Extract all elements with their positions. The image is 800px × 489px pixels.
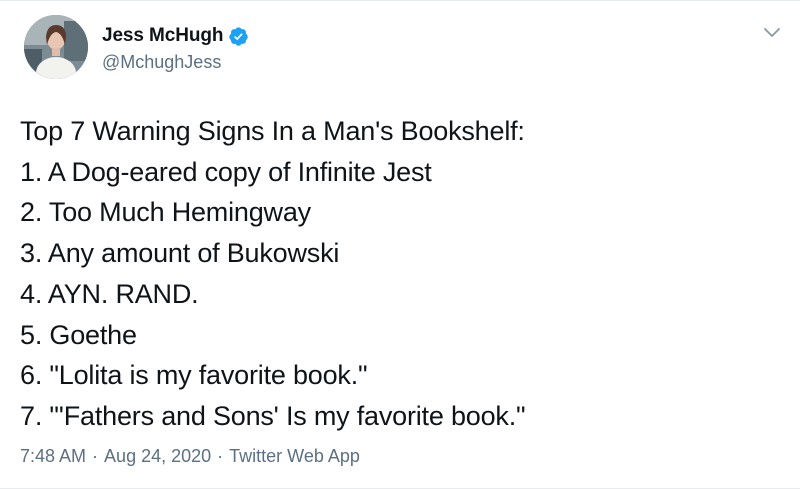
avatar-photo — [24, 15, 88, 79]
author-handle[interactable]: @MchughJess — [102, 52, 221, 73]
tweet-metadata: 7:48 AM · Aug 24, 2020 · Twitter Web App — [20, 446, 360, 467]
verified-badge-icon — [229, 26, 249, 46]
tweet-line: 4. AYN. RAND. — [20, 278, 199, 309]
tweet-date[interactable]: Aug 24, 2020 — [104, 446, 211, 467]
tweet-source[interactable]: Twitter Web App — [229, 446, 360, 467]
tweet-line: 7. "'Fathers and Sons' Is my favorite bo… — [20, 400, 526, 431]
tweet-line: 1. A Dog-eared copy of Infinite Jest — [20, 156, 432, 187]
tweet-line: 3. Any amount of Bukowski — [20, 238, 340, 269]
tweet-line: Top 7 Warning Signs In a Man's Bookshelf… — [20, 116, 525, 146]
divider-top — [0, 0, 800, 1]
author-row: Jess McHugh — [102, 24, 249, 48]
tweet-line: 5. Goethe — [20, 319, 137, 350]
author-name[interactable]: Jess McHugh — [102, 25, 223, 47]
avatar[interactable] — [24, 15, 88, 79]
tweet-line: 2. Too Much Hemingway — [20, 197, 311, 228]
meta-separator: · — [92, 446, 99, 466]
tweet-body: Top 7 Warning Signs In a Man's Bookshelf… — [20, 111, 526, 437]
meta-separator: · — [217, 446, 224, 466]
tweet-line: 6. "Lolita is my favorite book." — [20, 360, 368, 391]
chevron-down-icon[interactable] — [762, 26, 782, 40]
tweet-card: Jess McHugh @MchughJess Top 7 Warning Si… — [0, 0, 800, 489]
tweet-time[interactable]: 7:48 AM — [20, 446, 86, 467]
